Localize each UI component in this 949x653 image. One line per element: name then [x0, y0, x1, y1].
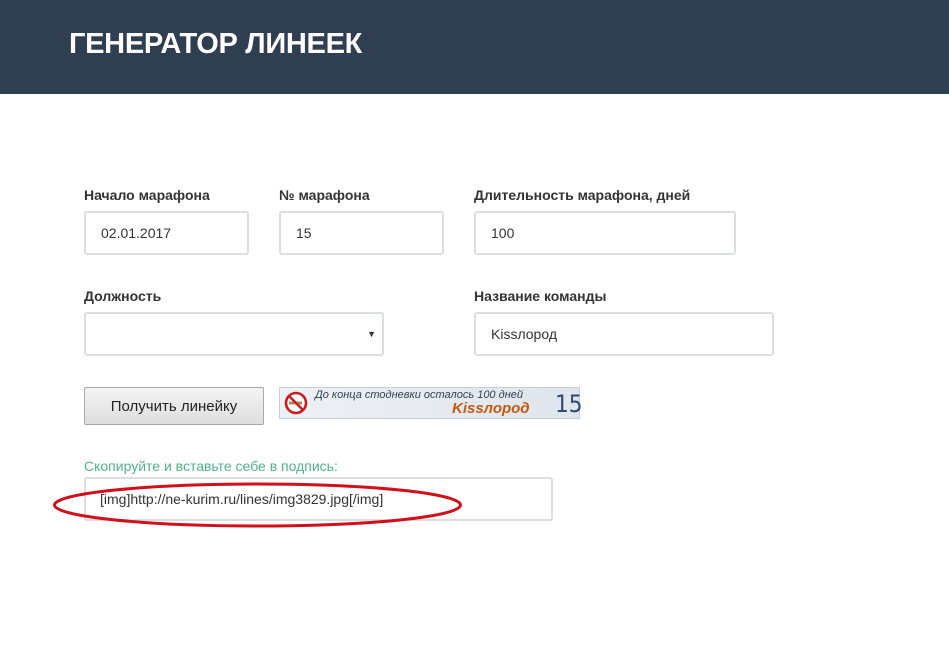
- position-select[interactable]: ▼: [84, 312, 384, 356]
- marathon-number-label: № марафона: [279, 187, 370, 203]
- duration-input[interactable]: [474, 211, 736, 255]
- start-date-input[interactable]: [84, 211, 249, 255]
- ruler-preview-image: До конца стодневки осталось 100 дней Kis…: [279, 387, 583, 419]
- duration-label: Длительность марафона, дней: [474, 187, 691, 203]
- team-name-label: Название команды: [474, 288, 607, 304]
- get-ruler-button[interactable]: Получить линейку: [84, 387, 264, 425]
- team-name-input[interactable]: [474, 312, 774, 356]
- position-label: Должность: [84, 288, 162, 304]
- ruler-number: 15: [555, 390, 583, 418]
- dropdown-arrow-icon: ▼: [367, 329, 376, 339]
- page-title: ГЕНЕРАТОР ЛИНЕЕК: [69, 28, 363, 60]
- start-date-label: Начало марафона: [84, 187, 210, 203]
- bbcode-output-text: [img]http://ne-kurim.ru/lines/img3829.jp…: [100, 491, 384, 507]
- bbcode-output-field[interactable]: [img]http://ne-kurim.ru/lines/img3829.jp…: [84, 477, 553, 521]
- marathon-number-input[interactable]: [279, 211, 444, 255]
- no-sign-icon: [284, 391, 308, 415]
- copy-instruction-label: Скопируйте и вставьте себе в подпись:: [84, 458, 338, 474]
- page-header: ГЕНЕРАТОР ЛИНЕЕК: [0, 0, 949, 94]
- ruler-team-name: Kissлород: [452, 400, 530, 417]
